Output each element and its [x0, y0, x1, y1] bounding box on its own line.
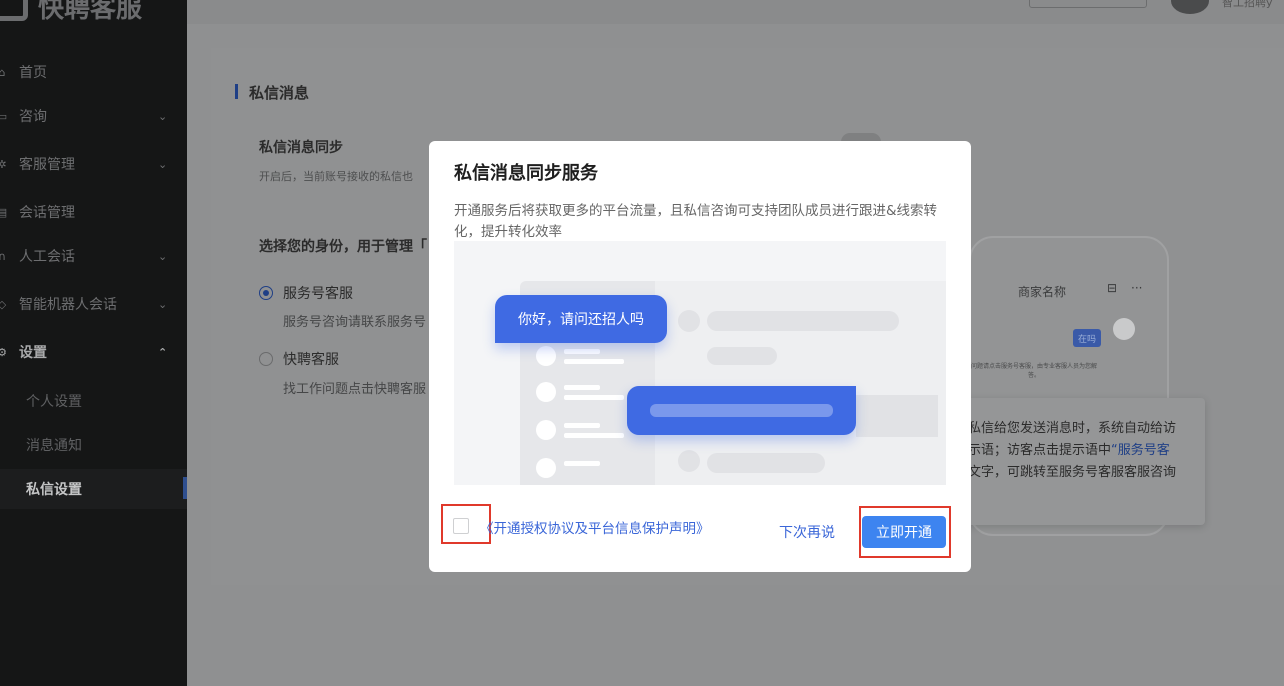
- radio-label: 快聘客服: [283, 352, 339, 368]
- modal-illustration: [454, 241, 946, 485]
- sidebar-item-label: 设置: [19, 345, 47, 361]
- modal-title: 私信消息同步服务: [454, 163, 598, 184]
- radio-unchecked-icon: [259, 352, 273, 366]
- reply-line: [650, 404, 833, 417]
- chat-avatar: [678, 310, 700, 332]
- sidebar-item-service-management[interactable]: ✲ 客服管理 ⌄: [0, 144, 187, 184]
- chat-avatar: [678, 450, 700, 472]
- chevron-down-icon: ⌄: [158, 109, 168, 123]
- chevron-down-icon: ⌄: [158, 297, 168, 311]
- sidebar-item-robot-session[interactable]: ◇ 智能机器人会话 ⌄: [0, 284, 187, 324]
- radio-service-account[interactable]: 服务号客服: [259, 283, 353, 303]
- sidebar-item-label: 首页: [19, 65, 47, 81]
- top-search-input[interactable]: [1029, 0, 1147, 8]
- sidebar-subitem-label: 个人设置: [26, 394, 82, 410]
- sidebar-item-label: 咨询: [19, 109, 47, 125]
- session-icon: ▤: [0, 205, 8, 219]
- user-name: 智工招聘y: [1222, 0, 1273, 9]
- tip-link: “服务号客: [1111, 443, 1170, 458]
- list-avatar: [536, 382, 556, 402]
- tip-text: 私信给您发送消息时，系统自动给访 示语；访客点击提示语中“服务号客 文字，可跳转…: [968, 418, 1193, 484]
- list-avatar: [536, 420, 556, 440]
- logo-text: 快聘客服: [38, 0, 143, 24]
- illustration-reply-bubble: [627, 386, 856, 435]
- shop-name: 商家名称: [1018, 285, 1067, 299]
- logo-icon: [0, 0, 28, 21]
- chat-icon: ▭: [0, 109, 8, 123]
- sync-section-desc: 开启后，当前账号接收的私信也: [259, 170, 413, 183]
- sidebar: 快聘客服 ⌂ 首页 ▭ 咨询 ⌄ ✲ 客服管理 ⌄ ▤ 会话管理 ∩ 人工会话 …: [0, 0, 187, 686]
- agreement-link[interactable]: 《开通授权协议及平台信息保护声明》: [480, 517, 710, 537]
- radio-kuaipin-service[interactable]: 快聘客服: [259, 349, 339, 369]
- list-line: [564, 423, 600, 428]
- service-icon: ✲: [0, 157, 7, 171]
- store-icon: ⊟: [1107, 281, 1118, 295]
- sidebar-item-settings[interactable]: ⚙ 设置 ⌃: [0, 332, 187, 372]
- list-line: [564, 349, 600, 354]
- more-icon: ···: [1131, 281, 1143, 295]
- list-line: [564, 359, 624, 364]
- sidebar-item-label: 客服管理: [19, 157, 75, 173]
- chat-line: [707, 347, 777, 365]
- sync-section-title: 私信消息同步: [259, 140, 343, 156]
- sidebar-subitem-personal-settings[interactable]: 个人设置: [0, 381, 187, 421]
- chevron-down-icon: ⌄: [158, 157, 168, 171]
- list-line: [564, 385, 600, 390]
- home-icon: ⌂: [0, 65, 6, 79]
- illustration-bubble: 你好，请问还招人吗: [495, 295, 667, 343]
- robot-icon: ◇: [0, 297, 7, 311]
- page-title: 私信消息: [235, 82, 309, 103]
- modal-description: 开通服务后将获取更多的平台流量，且私信咨询可支持团队成员进行跟进&线索转化，提升…: [454, 203, 938, 240]
- radio-desc: 服务号咨询请联系服务号: [283, 315, 427, 330]
- settings-icon: ⚙: [0, 345, 7, 359]
- chat-line: [707, 311, 899, 331]
- list-avatar: [536, 346, 556, 366]
- sidebar-item-label: 人工会话: [19, 249, 75, 265]
- sidebar-subitem-message-notification[interactable]: 消息通知: [0, 425, 187, 465]
- radio-label: 服务号客服: [283, 286, 353, 302]
- later-button[interactable]: 下次再说: [779, 522, 835, 542]
- chat-line: [707, 453, 825, 473]
- sidebar-item-label: 会话管理: [19, 205, 75, 221]
- phone-tip-text: 问题请点击服务号客服，由专业客服人员为您解答。: [970, 363, 1097, 379]
- list-avatar: [536, 458, 556, 478]
- sidebar-item-session-management[interactable]: ▤ 会话管理: [0, 192, 187, 232]
- headset-icon: ∩: [0, 249, 7, 263]
- avatar: [1113, 318, 1135, 340]
- chat-bubble: 在吗: [1073, 329, 1101, 347]
- list-line: [564, 395, 624, 400]
- tip-text-line: 示语；访客点击提示语中: [968, 443, 1112, 458]
- highlight-outline: [859, 506, 951, 558]
- tip-text-line: 文字，可跳转至服务号客服客服咨询: [968, 465, 1177, 480]
- sidebar-subitem-label: 消息通知: [26, 438, 82, 454]
- sidebar-item-label: 智能机器人会话: [19, 297, 117, 313]
- app-logo[interactable]: 快聘客服: [0, 0, 142, 26]
- sidebar-item-manual-session[interactable]: ∩ 人工会话 ⌄: [0, 236, 187, 276]
- sidebar-item-home[interactable]: ⌂ 首页: [0, 52, 187, 92]
- list-line: [564, 461, 600, 466]
- chevron-down-icon: ⌄: [158, 249, 168, 263]
- radio-desc: 找工作问题点击快聘客服: [283, 382, 427, 397]
- sidebar-item-consult[interactable]: ▭ 咨询 ⌄: [0, 96, 187, 136]
- identity-section-title: 选择您的身份，用于管理「: [259, 239, 427, 255]
- tip-text-line: 私信给您发送消息时，系统自动给访: [968, 421, 1177, 436]
- chat-line: [856, 395, 938, 437]
- sidebar-subitem-label: 私信设置: [26, 482, 82, 498]
- sidebar-subitem-private-message-settings[interactable]: 私信设置: [0, 469, 187, 509]
- radio-checked-icon: [259, 286, 273, 300]
- list-line: [564, 433, 624, 438]
- chevron-up-icon: ⌃: [158, 345, 168, 359]
